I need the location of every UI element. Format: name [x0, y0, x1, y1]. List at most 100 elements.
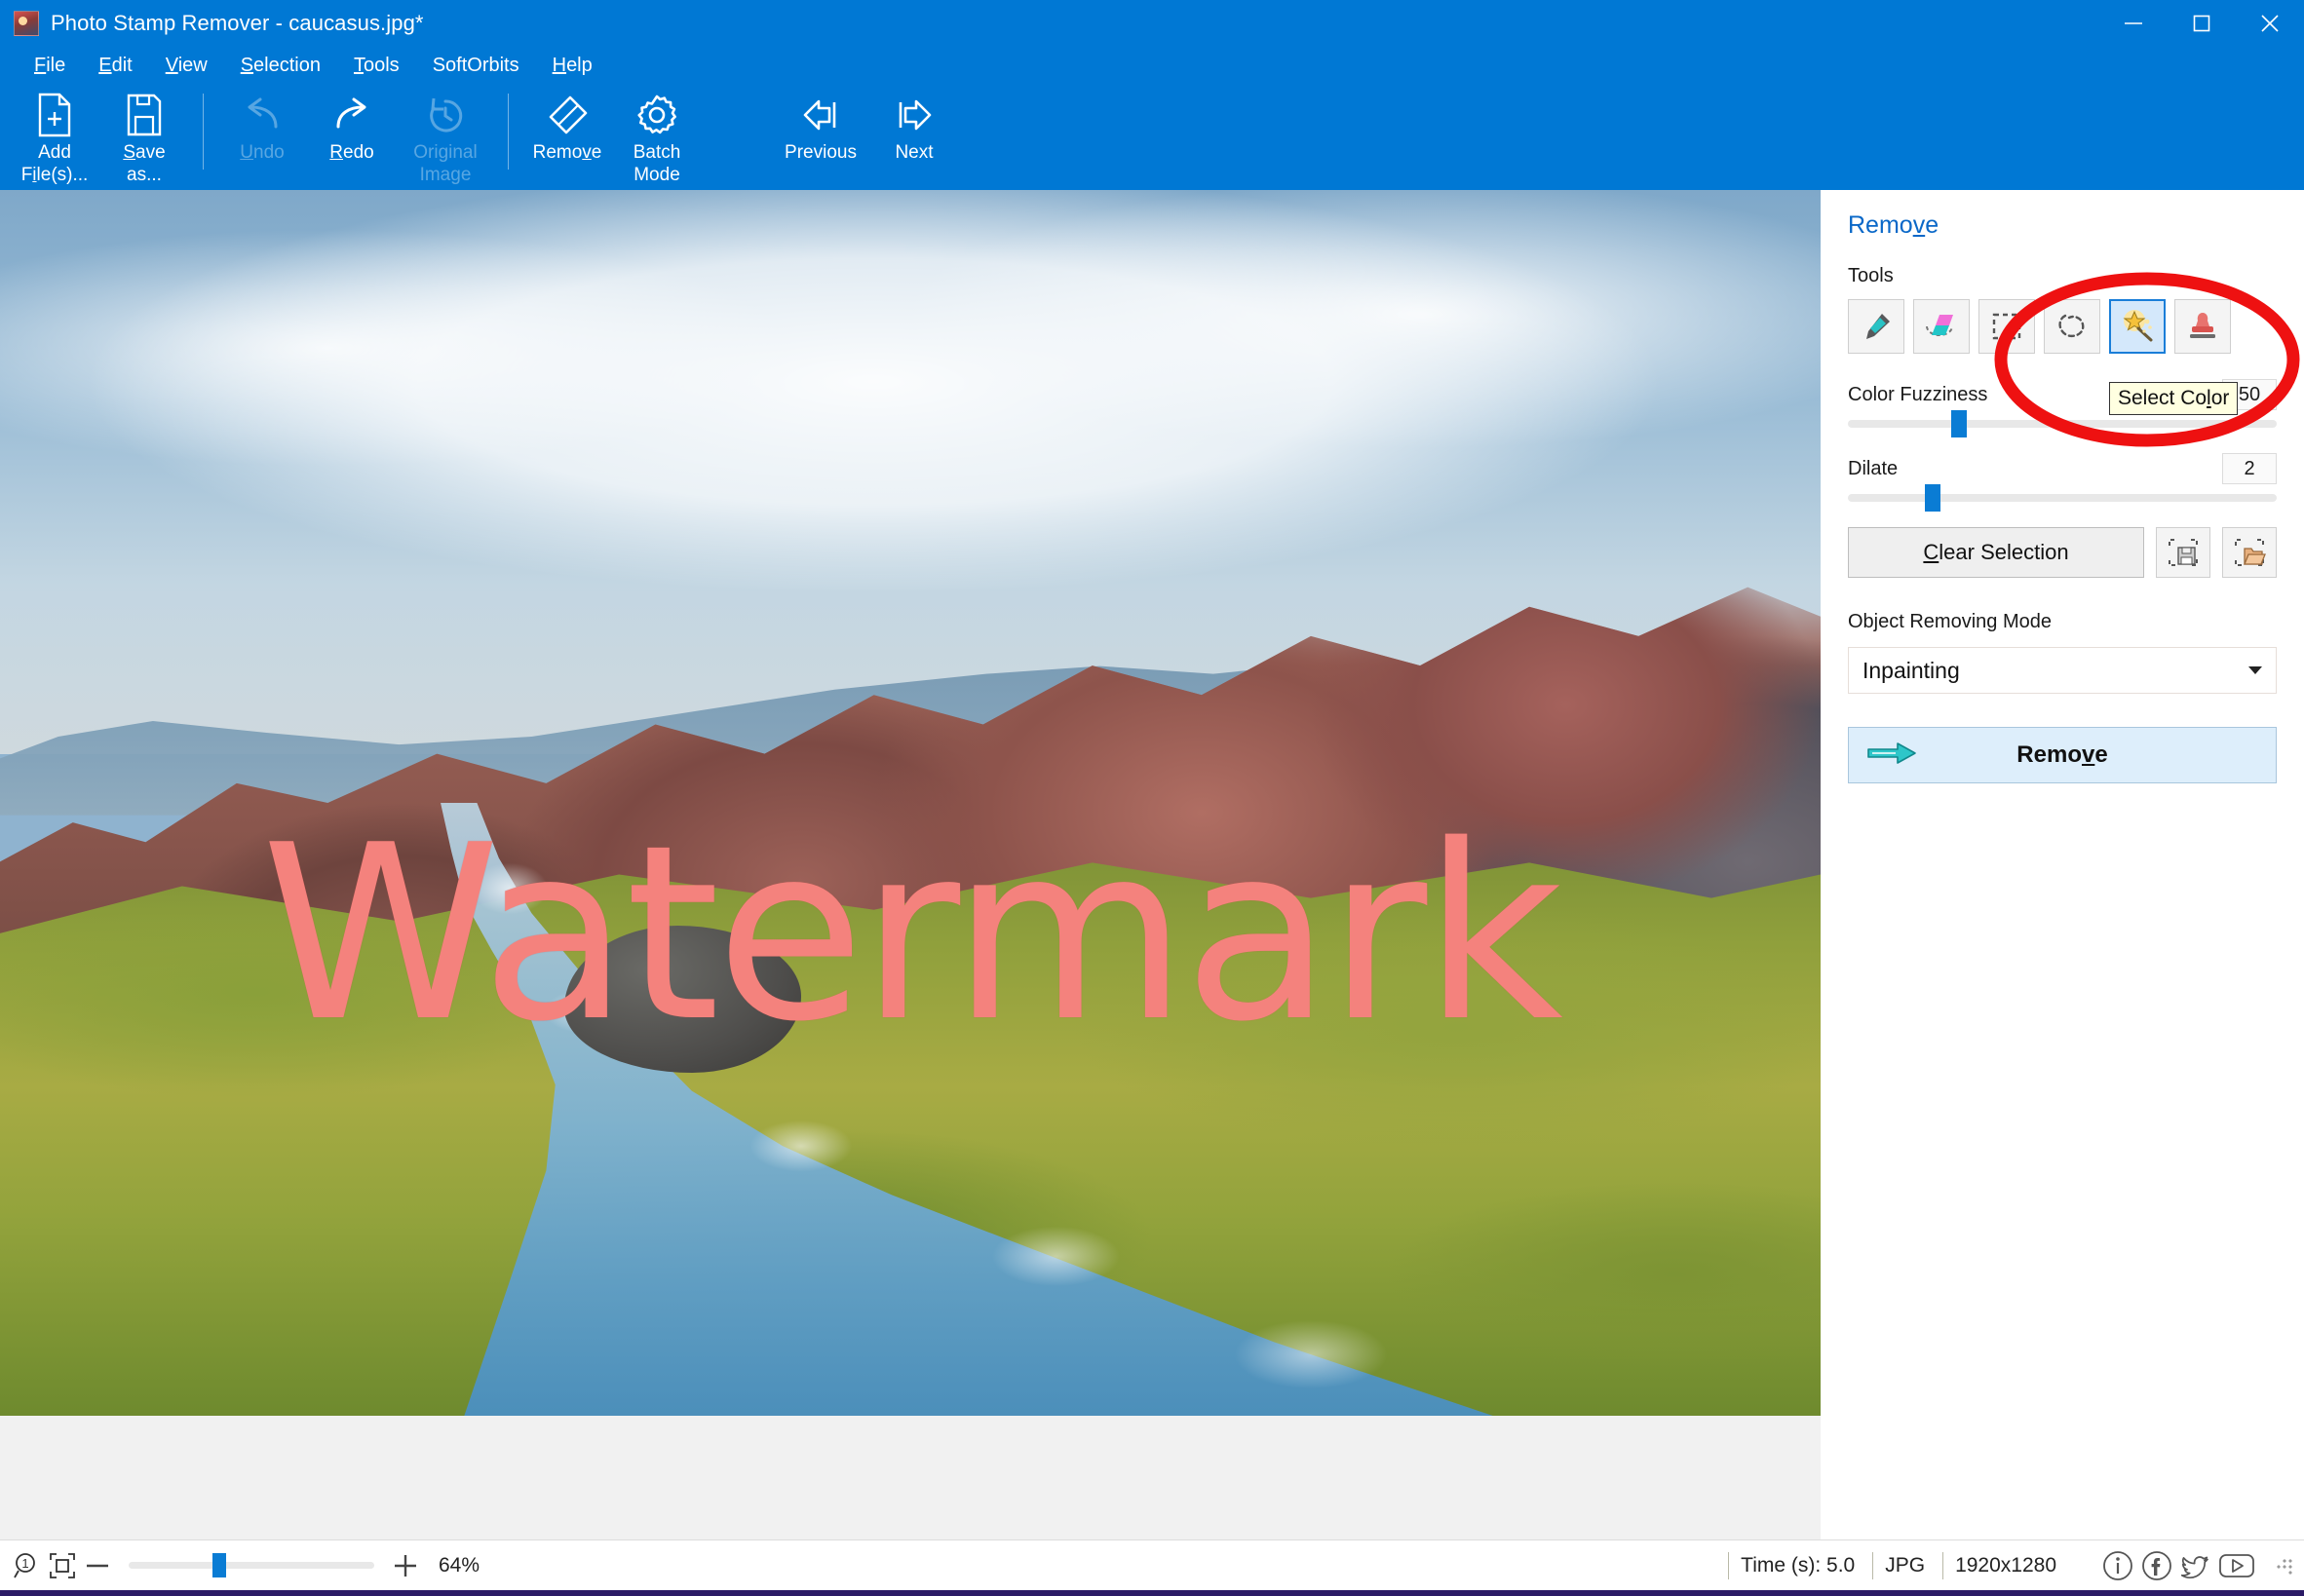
tool-select-color[interactable] [2109, 299, 2166, 354]
fit-to-window-button[interactable] [45, 1551, 80, 1580]
gear-icon [634, 92, 680, 138]
window-title: Photo Stamp Remover - caucasus.jpg* [51, 11, 424, 35]
color-fuzziness-label: Color Fuzziness [1848, 384, 1988, 405]
tool-rectangle-select[interactable] [1978, 299, 2035, 354]
zoom-out-button[interactable] [80, 1560, 115, 1572]
toolbar-redo-label: Redo [329, 142, 374, 163]
toolbar-original-image-button[interactable]: Original Image [397, 84, 494, 185]
undo-icon [239, 92, 286, 138]
marker-icon [1866, 314, 1890, 339]
next-arrow-icon [891, 92, 938, 138]
zoom-slider[interactable] [129, 1553, 374, 1577]
menu-item-help[interactable]: Help [536, 51, 609, 81]
dilate-value[interactable]: 2 [2222, 453, 2277, 484]
toolbar-previous-button[interactable]: Previous [772, 84, 869, 185]
menu-file-rest: ile [46, 54, 66, 76]
image-workspace[interactable]: Watermark [0, 190, 1821, 1539]
dilate-slider-thumb[interactable] [1925, 484, 1941, 512]
tool-clone-stamp[interactable] [2174, 299, 2231, 354]
youtube-icon [2219, 1553, 2254, 1577]
save-selection-button[interactable] [2156, 527, 2210, 578]
toolbar-group-navigation: Previous Next [772, 84, 959, 190]
toolbar-save-as-button[interactable]: Save as... [99, 84, 189, 185]
dilate-slider[interactable] [1848, 484, 2277, 512]
chevron-down-icon [2248, 666, 2262, 674]
toolbar-undo-button[interactable]: Undo [217, 84, 307, 185]
toolbar-add-files-button[interactable]: Add File(s)... [10, 84, 99, 185]
tool-lasso-select[interactable] [2044, 299, 2100, 354]
toolbar-redo-button[interactable]: Redo [307, 84, 397, 185]
magic-wand-icon [2123, 310, 2153, 342]
toolbar-group-file: Add File(s)... Save as... [10, 84, 189, 190]
panel-title: Remove [1848, 211, 1939, 239]
toolbar-previous-label: Previous [785, 142, 857, 163]
toolbar-save-as-label: Save as... [123, 142, 166, 185]
menu-item-selection[interactable]: Selection [224, 51, 337, 81]
stamp-icon [2190, 313, 2215, 338]
facebook-button[interactable] [2138, 1547, 2175, 1584]
window-controls [2099, 0, 2304, 47]
menu-tools-rest: ools [363, 54, 400, 76]
menu-softorbits-label: SoftOrbits [432, 54, 519, 76]
zoom-in-button[interactable] [388, 1551, 423, 1580]
toolbar-group-history: Undo Redo Original Image [217, 84, 494, 190]
clear-selection-button[interactable]: Clear Selection [1848, 527, 2144, 578]
zoom-slider-thumb[interactable] [211, 1553, 226, 1577]
original-image-icon [422, 92, 469, 138]
previous-arrow-icon [797, 92, 844, 138]
select-color-tooltip: Select Color [2109, 382, 2239, 415]
info-button[interactable] [2099, 1547, 2136, 1584]
toolbar-separator-1 [203, 94, 204, 170]
menu-item-tools[interactable]: Tools [337, 51, 416, 81]
image-canvas[interactable]: Watermark [0, 190, 1821, 1416]
watermark-text: Watermark [261, 794, 1563, 1075]
tool-marker[interactable] [1848, 299, 1904, 354]
lasso-select-icon [2058, 314, 2085, 338]
facebook-icon [2142, 1550, 2171, 1580]
remove-action-button[interactable]: Remove [1848, 727, 2277, 783]
dilate-row: Dilate 2 [1848, 453, 2277, 486]
add-file-icon [34, 92, 75, 138]
menu-view-rest: iew [177, 54, 208, 76]
menu-bar: File Edit View Selection Tools SoftOrbit… [0, 47, 2304, 84]
toolbar-remove-button[interactable]: Remove [522, 84, 612, 185]
dilate-label: Dilate [1848, 458, 1899, 479]
tool-eraser[interactable] [1913, 299, 1970, 354]
eraser-icon [545, 92, 590, 138]
zoom-one-to-one-button[interactable]: 1 [10, 1551, 45, 1580]
menu-item-file[interactable]: File [18, 51, 82, 81]
maximize-button[interactable] [2168, 0, 2236, 47]
resize-grip[interactable] [2275, 1554, 2296, 1577]
zoom-percent-label: 64% [439, 1553, 480, 1577]
twitter-button[interactable] [2177, 1547, 2214, 1584]
format-field: JPG [1872, 1551, 1942, 1579]
color-fuzziness-slider-thumb[interactable] [1950, 410, 1967, 437]
title-bar: Photo Stamp Remover - caucasus.jpg* [0, 0, 2304, 47]
toolbar-batch-mode-button[interactable]: Batch Mode [612, 84, 702, 185]
social-links [2074, 1547, 2263, 1584]
toolbar-separator-2 [508, 94, 509, 170]
toolbar-next-label: Next [895, 142, 934, 163]
toolbar-group-actions: Remove Batch Mode [522, 84, 702, 190]
object-removing-mode-label: Object Removing Mode [1848, 611, 2052, 632]
fit-to-window-icon [50, 1552, 75, 1578]
menu-item-edit[interactable]: Edit [82, 51, 148, 81]
status-bar: 1 64% Time (s): 5.0 JPG 1920x1280 [0, 1539, 2304, 1590]
object-removing-mode-select[interactable]: Inpainting [1848, 647, 2277, 694]
eraser-select-icon [1926, 315, 1953, 336]
toolbar-undo-label: Undo [240, 142, 285, 163]
redo-icon [328, 92, 375, 138]
minimize-button[interactable] [2099, 0, 2168, 47]
close-button[interactable] [2236, 0, 2304, 47]
menu-item-softorbits[interactable]: SoftOrbits [416, 51, 536, 81]
menu-item-view[interactable]: View [149, 51, 224, 81]
color-fuzziness-slider[interactable] [1848, 410, 2277, 437]
toolbar: Add File(s)... Save as... Undo Redo Orig… [0, 84, 2304, 190]
selection-buttons-row: Clear Selection [1848, 527, 2277, 578]
youtube-button[interactable] [2216, 1547, 2257, 1584]
toolbar-next-button[interactable]: Next [869, 84, 959, 185]
toolbar-batch-mode-label: Batch Mode [633, 142, 681, 185]
save-selection-icon [2169, 539, 2198, 566]
load-selection-button[interactable] [2222, 527, 2277, 578]
svg-text:1: 1 [21, 1556, 28, 1571]
